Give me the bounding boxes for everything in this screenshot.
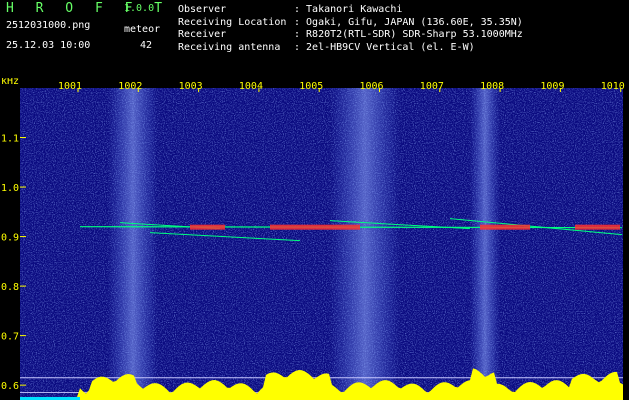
- app-version: 1.0.0: [124, 3, 155, 14]
- x-tick-label: 1006: [360, 81, 384, 92]
- meteor-echo: [575, 224, 620, 230]
- meteor-echo: [330, 224, 360, 230]
- y-tick-label: 0.9: [1, 233, 19, 244]
- x-tick-label: 1008: [480, 81, 504, 92]
- header-panel: H R O F F T 1.0.0 2512031000.png meteor …: [0, 0, 629, 78]
- spectrogram: 1.1 1.0 0.9 0.8 0.7 0.6 1001 1002 1003 1004 1005 1…: [1, 78, 625, 400]
- info-row-receiver: Receiver : R820T2(RTL-SDR) SDR-Sharp 53.1…: [178, 29, 523, 42]
- meteor-label: meteor: [124, 24, 161, 35]
- x-tick-label: 1005: [299, 81, 323, 92]
- meteor-echo: [190, 224, 225, 230]
- meteor-echo: [270, 224, 330, 230]
- station-info: Observer : Takanori Kawachi Receiving Loc…: [178, 4, 523, 54]
- info-row-location: Receiving Location : Ogaki, Gifu, JAPAN (…: [178, 17, 523, 30]
- info-key: Receiving Location: [178, 16, 287, 28]
- y-tick-label: 0.6: [1, 381, 19, 392]
- info-key: Receiver: [178, 29, 227, 40]
- noise-band: [108, 88, 158, 400]
- info-key: Observer: [178, 4, 227, 15]
- x-tick-label: 1009: [540, 81, 564, 92]
- info-value: : R820T2(RTL-SDR) SDR-Sharp 53.1000MHz: [294, 29, 523, 40]
- noise-band: [470, 88, 500, 400]
- y-axis-label: kHz: [1, 78, 19, 87]
- x-tick-label: 1004: [239, 81, 263, 92]
- y-tick-label: 1.1: [1, 134, 19, 145]
- date-time: 25.12.03 10:00: [6, 40, 91, 51]
- info-value: : 2el-HB9CV Vertical (el. E-W): [294, 41, 475, 53]
- x-tick-label: 1001: [58, 81, 82, 92]
- y-tick-label: 1.0: [1, 183, 19, 194]
- y-tick-label: 0.8: [1, 282, 19, 293]
- info-key: Receiving antenna: [178, 41, 281, 53]
- meteor-echo: [480, 224, 530, 230]
- x-tick-label: 1003: [179, 81, 203, 92]
- info-value: : Takanori Kawachi: [294, 4, 403, 15]
- noise-band: [330, 88, 400, 400]
- info-row-antenna: Receiving antenna : 2el-HB9CV Vertical (e…: [178, 42, 523, 55]
- meteor-count: 42: [140, 40, 153, 51]
- y-tick-label: 0.7: [1, 332, 19, 343]
- info-row-observer: Observer : Takanori Kawachi: [178, 4, 523, 17]
- file-name: 2512031000.png: [6, 20, 91, 31]
- x-tick-label: 1010: [601, 81, 625, 92]
- x-tick-label: 1002: [118, 81, 142, 92]
- info-value: : Ogaki, Gifu, JAPAN (136.60E, 35.35N): [294, 16, 523, 28]
- x-tick-label: 1007: [420, 81, 444, 92]
